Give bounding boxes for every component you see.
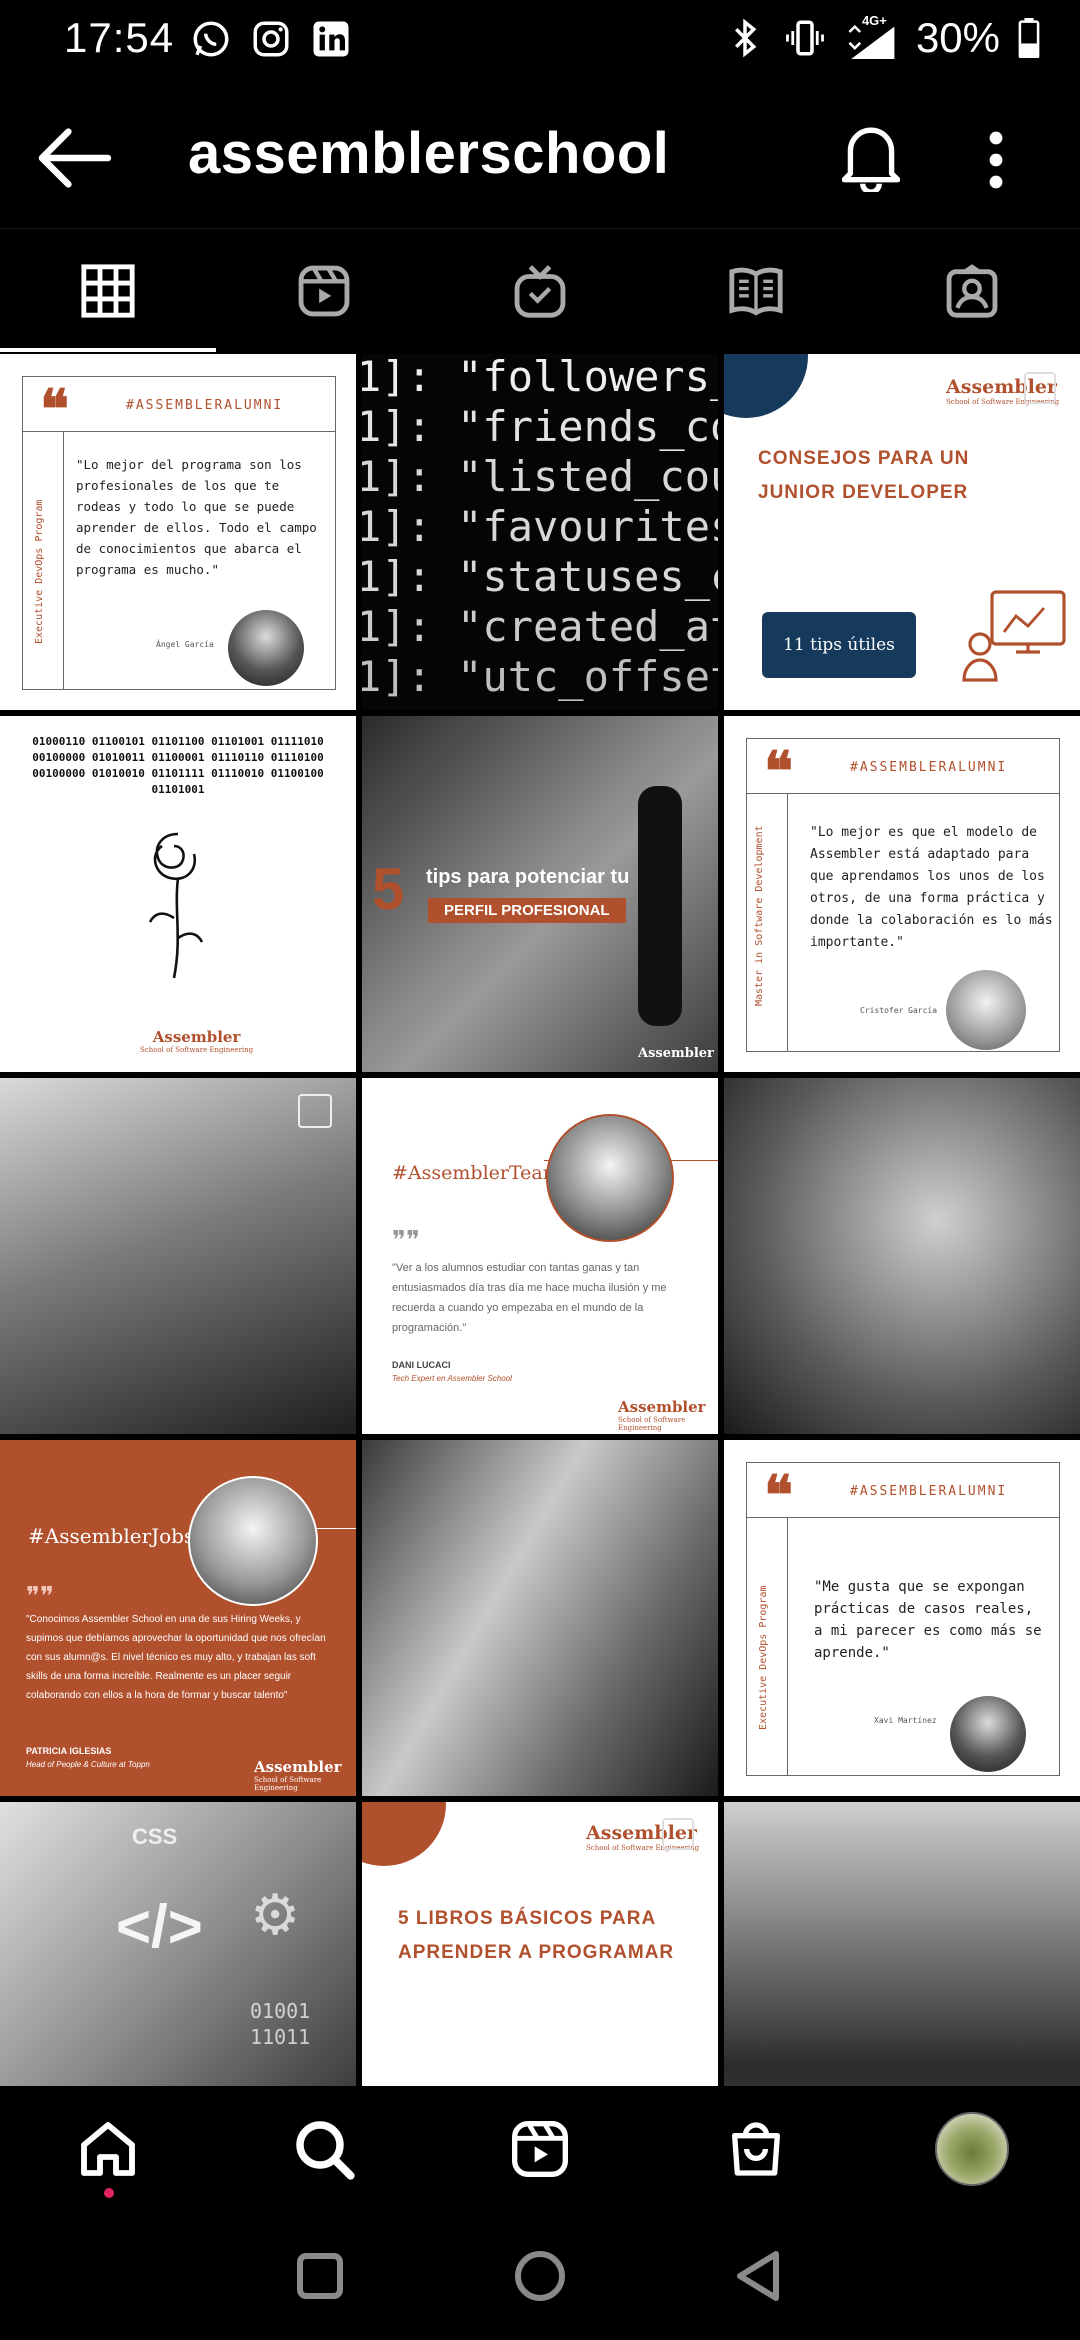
post-tile[interactable] bbox=[0, 1078, 356, 1434]
post-tile[interactable]: Assembler School of Software Engineering … bbox=[362, 1802, 718, 2086]
carousel-icon bbox=[298, 1094, 332, 1128]
home-icon bbox=[81, 2122, 135, 2176]
tab-guides[interactable] bbox=[648, 229, 864, 353]
linkedin-icon bbox=[313, 21, 349, 57]
quote-mark-icon: ❝ bbox=[764, 1463, 794, 1527]
post-tile[interactable]: ❝ #ASSEMBLERALUMNI Master in Software De… bbox=[724, 716, 1080, 1072]
post-tile[interactable] bbox=[362, 1440, 718, 1796]
battery-icon bbox=[1018, 18, 1040, 58]
system-navigation bbox=[0, 2212, 1080, 2340]
signal-4g-icon: 4G+ bbox=[844, 13, 898, 59]
bottle-shape bbox=[638, 786, 682, 1026]
code-brackets-icon: </> bbox=[116, 1893, 203, 1960]
search-icon bbox=[296, 2121, 355, 2180]
nav-search[interactable] bbox=[216, 2086, 432, 2212]
post-tile[interactable]: Assembler School of Software Engineering … bbox=[724, 354, 1080, 710]
igtv-icon bbox=[514, 265, 566, 318]
post-tile[interactable]: 1]: "followers_count 1]: "friends_count … bbox=[362, 354, 718, 710]
status-time: 17:54 bbox=[64, 14, 175, 61]
instagram-icon bbox=[253, 21, 289, 57]
profile-username: assemblerschool bbox=[188, 121, 670, 186]
post-tile[interactable]: ❝ #ASSEMBLERALUMNI Executive DevOps Prog… bbox=[724, 1440, 1080, 1796]
profile-tabs bbox=[0, 228, 1080, 353]
bell-icon[interactable] bbox=[842, 122, 900, 192]
tab-grid[interactable] bbox=[0, 229, 216, 353]
whatsapp-icon bbox=[193, 21, 229, 57]
nav-shop[interactable] bbox=[648, 2086, 864, 2212]
post-tile[interactable]: ❝ #ASSEMBLERALUMNI Executive DevOps Prog… bbox=[0, 354, 356, 710]
carousel-icon bbox=[1024, 372, 1056, 404]
back-arrow-icon[interactable] bbox=[36, 126, 112, 190]
post-tile[interactable]: #AssemblerJobs ❞❞ "Conocimos Assembler S… bbox=[0, 1440, 356, 1796]
post-tile[interactable]: 01000110 01100101 01101100 01101001 0111… bbox=[0, 716, 356, 1072]
grid-icon bbox=[81, 264, 135, 318]
shop-icon bbox=[732, 2122, 780, 2176]
status-bar: 17:54 4G+ 30% bbox=[0, 0, 1080, 80]
developer-illustration-icon bbox=[962, 590, 1066, 682]
post-tile[interactable] bbox=[724, 1802, 1080, 2086]
nav-profile[interactable] bbox=[864, 2086, 1080, 2212]
quote-mark-icon: ❞❞ bbox=[26, 1582, 54, 1612]
author-photo bbox=[228, 610, 304, 686]
battery-percent: 30% bbox=[915, 14, 1000, 61]
guides-icon bbox=[729, 267, 783, 316]
tagged-icon bbox=[946, 264, 998, 318]
notification-dot bbox=[104, 2188, 114, 2198]
tab-reels[interactable] bbox=[216, 229, 432, 353]
post-tile[interactable] bbox=[724, 1078, 1080, 1434]
author-photo bbox=[950, 1696, 1026, 1772]
vibrate-icon bbox=[786, 20, 824, 56]
rose-illustration-icon bbox=[148, 832, 204, 979]
quote-mark-icon: ❝ bbox=[764, 739, 794, 803]
quote-mark-icon: ❞❞ bbox=[392, 1226, 420, 1256]
gear-icon: ⚙ bbox=[250, 1883, 301, 1946]
home-circle-icon[interactable] bbox=[510, 2246, 570, 2306]
tab-tagged[interactable] bbox=[864, 229, 1080, 353]
post-tile[interactable]: #AssemblerTeam ❞❞ "Ver a los alumnos est… bbox=[362, 1078, 718, 1434]
tips-button: 11 tips útiles bbox=[762, 612, 916, 678]
author-photo bbox=[546, 1114, 674, 1242]
bluetooth-icon bbox=[734, 18, 757, 58]
post-tile[interactable]: CSS </> ⚙ 01001 11011 bbox=[0, 1802, 356, 2086]
recents-icon[interactable] bbox=[290, 2246, 350, 2306]
carousel-icon bbox=[662, 1818, 694, 1850]
nav-reels[interactable] bbox=[432, 2086, 648, 2212]
author-photo bbox=[946, 970, 1026, 1050]
back-triangle-icon[interactable] bbox=[730, 2246, 790, 2306]
profile-header: assemblerschool bbox=[0, 100, 1080, 220]
author-photo bbox=[188, 1476, 318, 1606]
reels-icon bbox=[512, 2121, 568, 2177]
quote-mark-icon: ❝ bbox=[40, 377, 70, 441]
profile-avatar bbox=[935, 2112, 1009, 2186]
more-options-icon[interactable] bbox=[984, 130, 1008, 190]
post-grid: ❝ #ASSEMBLERALUMNI Executive DevOps Prog… bbox=[0, 354, 1080, 2086]
active-tab-indicator bbox=[0, 348, 216, 352]
reels-icon bbox=[298, 265, 350, 317]
post-tile[interactable]: 5 tips para potenciar tu PERFIL PROFESIO… bbox=[362, 716, 718, 1072]
bottom-navigation bbox=[0, 2086, 1080, 2212]
tab-igtv[interactable] bbox=[432, 229, 648, 353]
